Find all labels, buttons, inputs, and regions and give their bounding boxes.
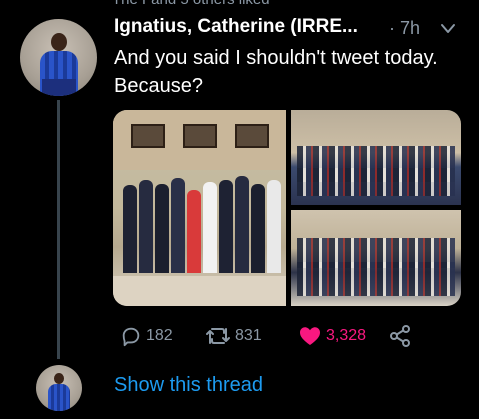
retweet-count: 831 [235,327,262,344]
retweet-button[interactable]: 831 [205,322,262,350]
chevron-down-icon[interactable] [440,22,456,36]
author-avatar[interactable] [20,19,97,96]
tweet-time[interactable]: · 7h [389,18,420,39]
like-button[interactable]: 3,328 [298,322,366,350]
reply-icon [122,327,140,347]
share-icon [390,325,410,347]
heart-icon [300,327,320,345]
tweet-photo-2[interactable] [291,110,461,205]
tweet-text: And you said I shouldn't tweet today. Be… [114,47,438,97]
author-name[interactable]: Ignatius, Catherine (IRRE... [114,16,358,38]
reply-count: 182 [146,327,173,344]
thread-avatar[interactable] [36,365,82,411]
reply-button[interactable]: 182 [120,322,173,350]
show-thread-link[interactable]: Show this thread [114,374,263,397]
tweet-photo-1[interactable] [113,110,286,306]
share-button[interactable] [388,322,416,350]
tweet-photo-3[interactable] [291,210,461,306]
social-context: The Fand 5 others liked [112,0,270,8]
thread-connector-line [57,100,60,359]
like-count: 3,328 [326,327,367,344]
retweet-icon [206,328,230,344]
tweet-actions: 182 831 3,328 [0,322,479,350]
